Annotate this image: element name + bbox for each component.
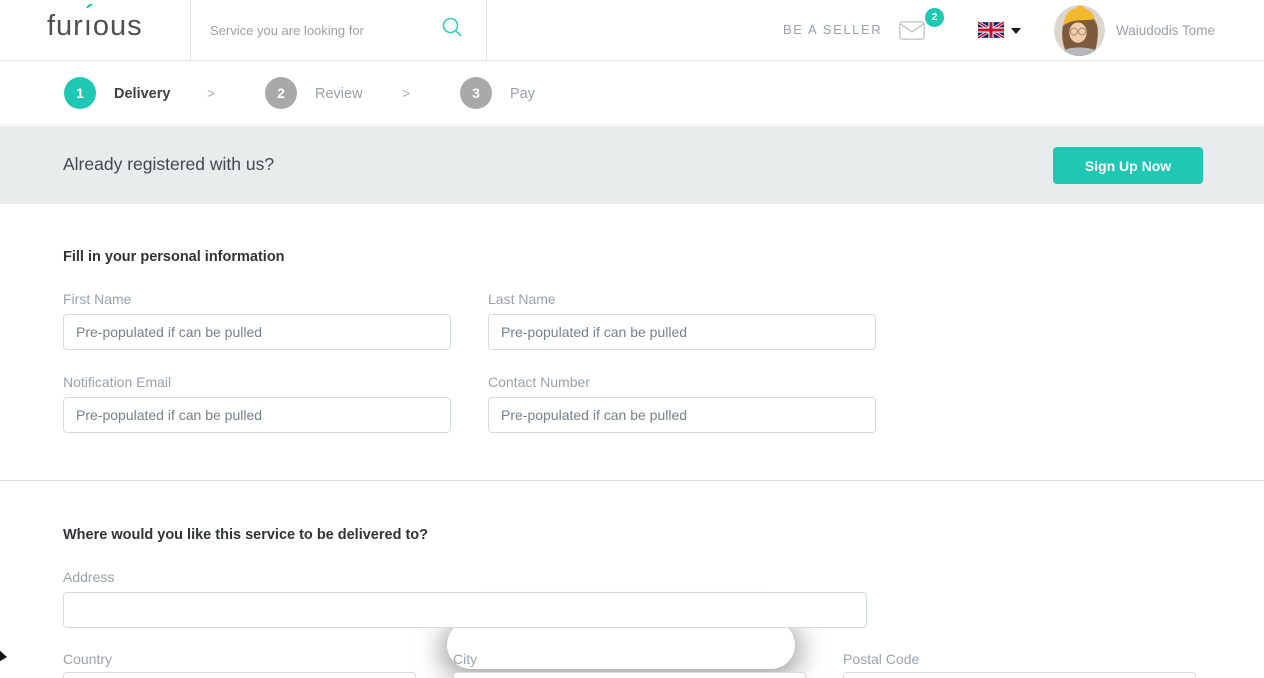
step-2-circle: 2	[265, 77, 297, 109]
address-input[interactable]	[63, 592, 867, 628]
header-divider	[486, 0, 487, 61]
step-2-label-review[interactable]: Review	[315, 86, 363, 102]
be-a-seller-link[interactable]: BE A SELLER	[783, 22, 882, 37]
flag-uk-icon[interactable]	[977, 20, 1005, 40]
logo-text-post: ous	[92, 10, 143, 42]
section-divider	[0, 480, 1264, 481]
avatar[interactable]	[1054, 5, 1105, 56]
search-input[interactable]	[210, 14, 430, 46]
logo[interactable]: furı ´ ous	[47, 0, 143, 43]
city-label: City	[453, 651, 478, 667]
step-separator: >	[402, 85, 411, 101]
postal-code-input[interactable]	[843, 672, 1196, 678]
first-name-label: First Name	[63, 291, 132, 307]
notification-email-input[interactable]	[63, 397, 451, 433]
notification-email-label: Notification Email	[63, 374, 172, 390]
mouse-cursor	[0, 648, 9, 669]
message-count-badge: 2	[925, 8, 944, 27]
mail-icon[interactable]	[899, 21, 925, 45]
step-separator: >	[207, 85, 216, 101]
sign-up-now-button[interactable]: Sign Up Now	[1053, 147, 1203, 184]
postal-code-label: Postal Code	[843, 651, 920, 667]
country-input[interactable]	[63, 672, 416, 678]
step-3-label-pay[interactable]: Pay	[510, 86, 535, 102]
city-input[interactable]	[453, 672, 806, 678]
checkout-page: furı´ous BE A SELLER 2	[0, 0, 1264, 678]
banner-question: Already registered with us?	[63, 154, 275, 174]
step-3-circle: 3	[460, 77, 492, 109]
address-label: Address	[63, 569, 115, 585]
step-1-circle: 1	[64, 77, 96, 109]
logo-letter-i: ı ´	[83, 0, 95, 42]
delivery-heading: Where would you like this service to be …	[63, 527, 429, 543]
last-name-label: Last Name	[488, 291, 556, 307]
logo-accent: ´	[84, 0, 95, 29]
personal-info-heading: Fill in your personal information	[63, 249, 285, 265]
header: furı´ous BE A SELLER 2	[0, 0, 1264, 61]
last-name-input[interactable]	[488, 314, 876, 350]
steps-bar	[0, 61, 1264, 125]
logo-text-pre: fur	[47, 10, 84, 42]
step-1-label-delivery[interactable]: Delivery	[114, 86, 170, 102]
caret-down-icon[interactable]	[1011, 28, 1021, 34]
contact-number-input[interactable]	[488, 397, 876, 433]
search-icon[interactable]	[441, 16, 463, 43]
first-name-input[interactable]	[63, 314, 451, 350]
contact-number-label: Contact Number	[488, 374, 590, 390]
country-label: Country	[63, 651, 113, 667]
user-name[interactable]: Waiudodis Tome	[1116, 23, 1215, 38]
header-divider	[190, 0, 191, 61]
floating-shadow	[447, 621, 795, 669]
